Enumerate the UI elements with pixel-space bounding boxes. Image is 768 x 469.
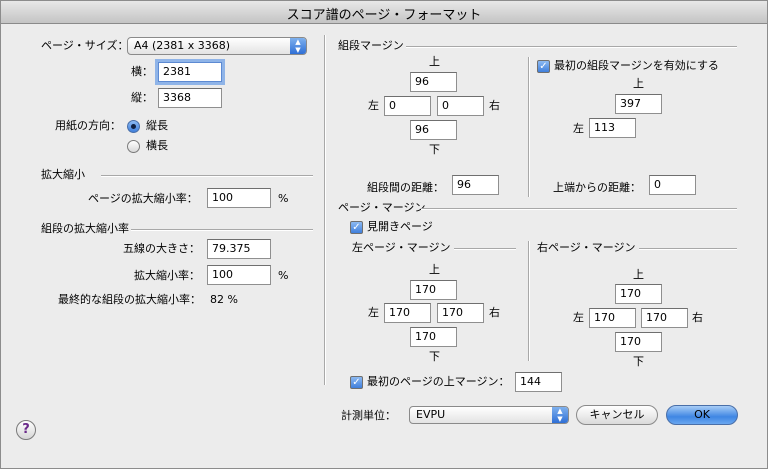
page-scale-label: ページの拡大縮小率： (88, 192, 198, 205)
first-system-label: 最初の組段マージンを有効にする (554, 59, 719, 72)
page-scale-unit: % (278, 192, 289, 205)
top-distance-field[interactable]: 0 (649, 175, 696, 195)
top-distance-label: 上端からの距離： (553, 181, 641, 194)
left-page-separator (454, 248, 516, 250)
right-page-right-field[interactable]: 170 (641, 308, 688, 328)
unit-popup-arrows-icon: ▲ ▼ (552, 407, 568, 423)
final-scale-label: 最終的な組段の拡大縮小率： (58, 293, 201, 306)
left-page-right-field[interactable]: 170 (437, 303, 484, 323)
right-page-top-field[interactable]: 170 (615, 284, 662, 304)
staff-size-field[interactable]: 79.375 (207, 239, 271, 259)
right-page-bottom-label: 下 (633, 355, 644, 368)
system-scale-unit: % (278, 269, 289, 282)
right-page-separator (639, 248, 737, 250)
unit-label: 計測単位： (341, 409, 396, 422)
landscape-radio[interactable] (127, 140, 140, 153)
first-left-label: 左 (573, 122, 584, 135)
first-page-top-checkbox[interactable]: ✓ (350, 376, 363, 389)
height-field[interactable]: 3368 (158, 88, 222, 108)
first-system-checkbox[interactable]: ✓ (537, 60, 550, 73)
unit-popup[interactable]: EVPU ▲ ▼ (409, 406, 569, 424)
right-page-header: 右ページ・マージン (537, 241, 636, 254)
system-scale-field[interactable]: 100 (207, 265, 271, 285)
cancel-button[interactable]: キャンセル (576, 405, 658, 425)
orientation-label: 用紙の方向： (55, 119, 121, 132)
page-margins-divider (528, 241, 530, 361)
final-scale-value: 82 % (210, 293, 238, 306)
left-page-left-field[interactable]: 170 (384, 303, 431, 323)
landscape-label: 横長 (146, 139, 168, 152)
ok-button[interactable]: OK (666, 405, 738, 425)
system-margins-header: 組段マージン (338, 39, 404, 52)
left-page-left-label: 左 (368, 306, 379, 319)
first-left-field[interactable]: 113 (589, 118, 636, 138)
page-format-dialog: スコア譜のページ・フォーマット ページ・サイズ： A4 (2381 x 3368… (0, 0, 768, 469)
system-left-label: 左 (368, 99, 379, 112)
left-page-header: 左ページ・マージン (352, 241, 451, 254)
left-page-top-label: 上 (429, 263, 440, 276)
system-margins-divider (528, 57, 530, 197)
system-scaling-separator (131, 229, 313, 231)
first-page-top-field[interactable]: 144 (515, 372, 562, 392)
right-page-bottom-field[interactable]: 170 (615, 332, 662, 352)
system-margins-separator (406, 46, 737, 48)
staff-size-label: 五線の大きさ： (123, 242, 200, 255)
right-page-top-label: 上 (633, 268, 644, 281)
system-top-label: 上 (429, 55, 440, 68)
system-bottom-label: 下 (429, 143, 440, 156)
scaling-header: 拡大縮小 (41, 168, 85, 181)
right-page-left-field[interactable]: 170 (589, 308, 636, 328)
help-button[interactable]: ? (16, 420, 36, 440)
system-top-field[interactable]: 96 (410, 72, 457, 92)
window-title: スコア譜のページ・フォーマット (286, 8, 482, 23)
facing-pages-checkbox[interactable]: ✓ (350, 221, 363, 234)
left-page-bottom-field[interactable]: 170 (410, 327, 457, 347)
right-page-left-label: 左 (573, 311, 584, 324)
height-label: 縦： (131, 91, 153, 104)
panel-divider (324, 35, 326, 385)
unit-value: EVPU (416, 408, 446, 421)
system-right-field[interactable]: 0 (437, 96, 484, 116)
system-distance-field[interactable]: 96 (452, 175, 499, 195)
left-page-right-label: 右 (489, 306, 500, 319)
width-label: 横： (131, 65, 153, 78)
page-margins-header: ページ・マージン (338, 201, 426, 214)
right-page-right-label: 右 (692, 311, 703, 324)
page-size-label: ページ・サイズ： (41, 39, 129, 52)
first-top-field[interactable]: 397 (615, 94, 662, 114)
first-top-label: 上 (633, 77, 644, 90)
width-field[interactable]: 2381 (158, 62, 222, 82)
system-distance-label: 組段間の距離： (367, 181, 444, 194)
title-bar: スコア譜のページ・フォーマット (1, 1, 767, 24)
system-scaling-header: 組段の拡大縮小率 (41, 222, 129, 235)
system-right-label: 右 (489, 99, 500, 112)
page-margins-separator (421, 208, 737, 210)
page-scale-field[interactable]: 100 (207, 188, 271, 208)
first-page-top-label: 最初のページの上マージン： (367, 375, 510, 388)
portrait-label: 縦長 (146, 119, 168, 132)
left-page-bottom-label: 下 (429, 350, 440, 363)
left-page-top-field[interactable]: 170 (410, 280, 457, 300)
portrait-radio[interactable] (127, 120, 140, 133)
system-scale-label: 拡大縮小率： (134, 269, 200, 282)
page-size-popup[interactable]: A4 (2381 x 3368) ▲ ▼ (127, 37, 307, 55)
system-left-field[interactable]: 0 (384, 96, 431, 116)
page-size-value: A4 (2381 x 3368) (134, 39, 231, 52)
facing-pages-label: 見開きページ (367, 220, 433, 233)
scaling-separator (101, 175, 313, 177)
system-bottom-field[interactable]: 96 (410, 120, 457, 140)
popup-arrows-icon: ▲ ▼ (290, 38, 306, 54)
